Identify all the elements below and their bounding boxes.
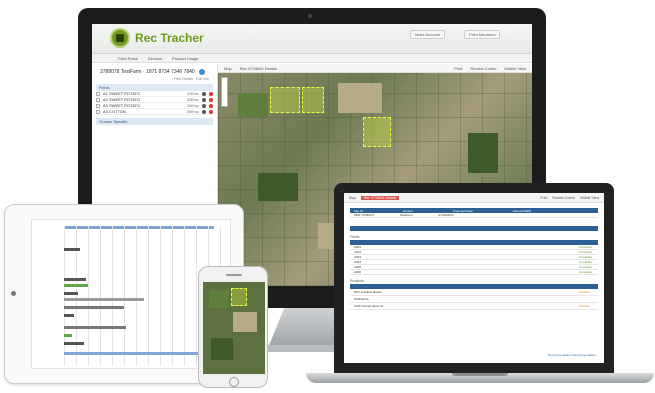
map-tab[interactable]: Map [349,196,356,200]
print-button[interactable]: Print [540,196,547,200]
camera-icon [308,14,312,18]
zoom-control[interactable] [221,77,228,107]
mobile-view-button[interactable]: Mobile View [580,196,599,200]
delete-icon[interactable] [209,91,213,96]
table-row[interactable]: 2045 Extra [350,296,598,303]
app-header: Rec Tracher Make Account Field Members [92,24,532,54]
rec-header-row: 2801 TOMATO TestFarm 07/18/2014 [350,213,598,218]
delete-icon[interactable] [209,103,213,108]
device-showcase: Rec Tracher Make Account Field Members F… [0,0,655,393]
farm-info-icon[interactable] [198,69,205,75]
tractor-logo-icon [110,28,130,48]
laptop-screen: Map Rec 07/08/04 Details Print Review Co… [344,193,604,363]
fields-section[interactable]: Fields [96,84,213,91]
map-field [211,338,233,360]
selected-field[interactable] [231,288,247,306]
review-button[interactable]: Review Comm [470,66,496,71]
table-row[interactable]: A006 Complete [350,270,598,275]
recommendation-link[interactable]: Recommendation Recommendation [548,353,596,357]
chart-footer-bar [64,352,214,355]
map-field [468,133,498,173]
speaker-icon [226,274,242,276]
mobile-view-button[interactable]: Mobile View [505,66,527,71]
map-field [338,83,382,113]
review-button[interactable]: Review Comm [552,196,575,200]
chart-bar [64,292,78,295]
map-field [209,290,229,308]
products-label: Products [350,279,364,283]
chart-bar [64,334,72,337]
checkbox-icon[interactable] [96,109,100,114]
phone-map-screen[interactable] [203,282,265,374]
edit-icon[interactable] [202,97,206,102]
chart-bar [64,342,84,345]
checkbox-icon[interactable] [96,91,100,96]
rec-details-tab[interactable]: Rec 07/08/04 Details [360,195,400,200]
laptop-toolbar: Map Rec 07/08/04 Details Print Review Co… [344,193,604,203]
selected-field[interactable] [270,87,300,113]
field-members-button[interactable]: Field Members [464,30,501,39]
map-tab[interactable]: Map [224,66,232,71]
table-row[interactable]: PHT Fertilizer Banter Pending [350,289,598,296]
edit-icon[interactable] [202,103,206,108]
checkbox-icon[interactable] [96,103,100,108]
make-account-button[interactable]: Make Account [410,30,446,39]
fields-label: Fields [350,235,360,239]
nav-product-usage[interactable]: Product Usage [172,54,198,62]
map-field [258,173,298,201]
chart-bar [64,248,80,251]
nav-devices[interactable]: Devices [148,54,162,62]
grower-specific-section[interactable]: Grower Specific [96,118,213,125]
farm-header: 3788078 TestFarm · 1871 8734 7346 7840 [92,64,217,77]
tablet-home-button[interactable] [11,291,16,296]
print-button[interactable]: Print [454,66,462,71]
application-band [350,226,598,231]
delete-icon[interactable] [209,97,213,102]
brand-name: Rec Tracher [135,31,204,45]
selected-field[interactable] [363,117,391,147]
edit-icon[interactable] [202,109,206,114]
map-toolbar: Map Rec 07/08/04 Details Print Review Co… [218,64,532,73]
map-field [233,312,257,332]
chart-bar [64,298,144,301]
laptop-notch [452,373,508,376]
sidebar-sub-links[interactable]: Field Details · Edit Info [92,77,217,81]
app-nav: Field Rows Devices Product Usage [92,54,532,63]
chart-bar [64,278,86,281]
laptop: Map Rec 07/08/04 Details Print Review Co… [334,183,614,373]
field-row[interactable]: A4 COTTON 35ft/ac [96,109,213,115]
checkbox-icon[interactable] [96,97,100,102]
selected-field[interactable] [302,87,324,113]
edit-icon[interactable] [202,91,206,96]
phone [198,266,268,388]
table-row[interactable]: 3245 Tomato Ilevel 97 Pending [350,303,598,310]
delete-icon[interactable] [209,109,213,114]
chart-bar [64,306,124,309]
rec-details-tab[interactable]: Rec 07/08/04 Details [240,66,277,71]
chart-bar [64,314,74,317]
map-field [238,93,268,117]
chart-bar [64,284,88,287]
nav-field-rows[interactable]: Field Rows [118,54,138,62]
phone-home-button[interactable] [229,377,239,387]
chart-bar [64,326,126,329]
